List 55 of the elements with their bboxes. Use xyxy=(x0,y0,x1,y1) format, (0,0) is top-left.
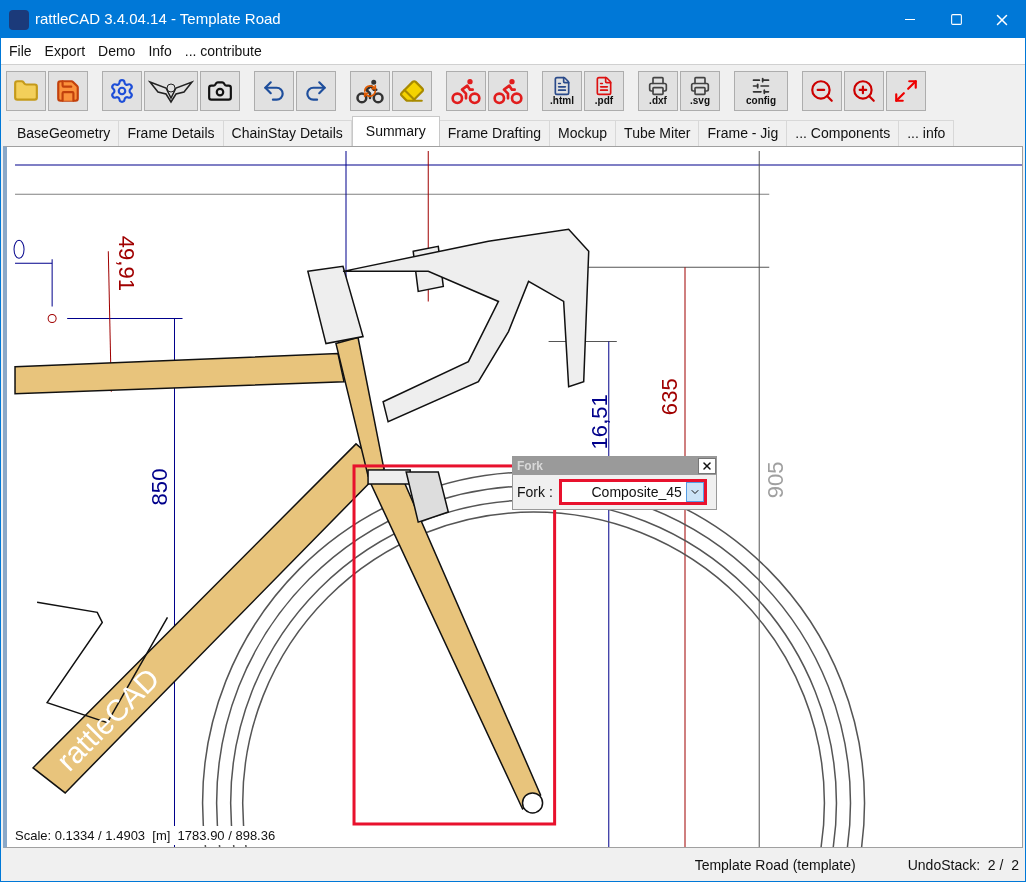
dialog-title: Fork xyxy=(517,458,543,475)
scale-readout: Scale: 0.1334 / 1.4903 [m] 1783.90 / 898.36 xyxy=(13,825,278,846)
toolbar-button[interactable] xyxy=(296,70,336,111)
tab[interactable]: ... Components xyxy=(787,120,900,146)
toolbar-button[interactable]: .html xyxy=(542,70,582,111)
fork-select[interactable]: Composite_45 xyxy=(558,479,707,505)
close-icon xyxy=(701,460,713,472)
document-icon xyxy=(552,75,572,96)
menu-item[interactable]: ... contribute xyxy=(184,40,262,62)
menu-item[interactable]: Info xyxy=(148,40,172,62)
app-icon xyxy=(9,9,29,30)
toolbar-button[interactable] xyxy=(350,70,390,111)
fit-view-icon xyxy=(893,77,919,104)
menu-item[interactable]: Demo xyxy=(98,40,136,62)
tab[interactable]: ChainStay Details xyxy=(223,120,352,146)
toolbar-button[interactable]: .dxf xyxy=(638,70,678,111)
dimension-label: 635 xyxy=(657,378,682,416)
maximize-icon xyxy=(949,13,963,26)
tab[interactable]: ... info xyxy=(899,120,955,146)
printer-icon xyxy=(690,75,710,96)
toolbar-button[interactable] xyxy=(254,70,294,111)
save-icon xyxy=(55,77,81,104)
toolbar-button[interactable] xyxy=(144,70,198,111)
dimension-label: 905 xyxy=(763,461,789,499)
tab[interactable]: Mockup xyxy=(550,120,617,146)
dimension-label: 16,51 xyxy=(586,394,612,450)
zoom-in-icon xyxy=(851,77,877,104)
window-title: rattleCAD 3.4.04.14 - Template Road xyxy=(35,9,281,30)
tab[interactable]: Summary xyxy=(351,116,440,146)
fork-label: Fork : xyxy=(517,482,553,502)
menu-item[interactable]: Export xyxy=(44,40,86,62)
dimension-label: 850 xyxy=(147,468,173,506)
status-template: Template Road (template) xyxy=(694,855,856,875)
tab[interactable]: BaseGeometry xyxy=(9,120,120,146)
minimize-icon xyxy=(905,19,915,20)
tab[interactable]: Frame - Jig xyxy=(699,120,788,146)
status-undo-stack: UndoStack: 2 / 2 xyxy=(907,855,1019,875)
settings-icon xyxy=(109,77,135,104)
menu-item[interactable]: File xyxy=(9,40,32,62)
eraser-icon xyxy=(399,77,425,104)
dimension-label: 49,91 xyxy=(114,235,140,291)
printer-icon xyxy=(648,75,668,96)
toolbar-button[interactable]: .svg xyxy=(680,70,720,111)
toolbar-button[interactable]: .pdf xyxy=(584,70,624,111)
pdf-icon xyxy=(594,75,614,96)
folder-icon xyxy=(13,77,39,104)
slider-icon xyxy=(751,75,771,96)
dropdown-chevron-icon xyxy=(685,482,704,502)
dialog-close-button[interactable] xyxy=(698,458,716,474)
tab[interactable]: Frame Drafting xyxy=(439,120,551,146)
tab[interactable]: Frame Details xyxy=(119,120,224,146)
tab[interactable]: Tube Miter xyxy=(616,120,700,146)
toolbar-button[interactable]: config xyxy=(734,70,788,111)
zoom-out-icon xyxy=(809,77,835,104)
toolbar-button[interactable] xyxy=(200,70,240,111)
